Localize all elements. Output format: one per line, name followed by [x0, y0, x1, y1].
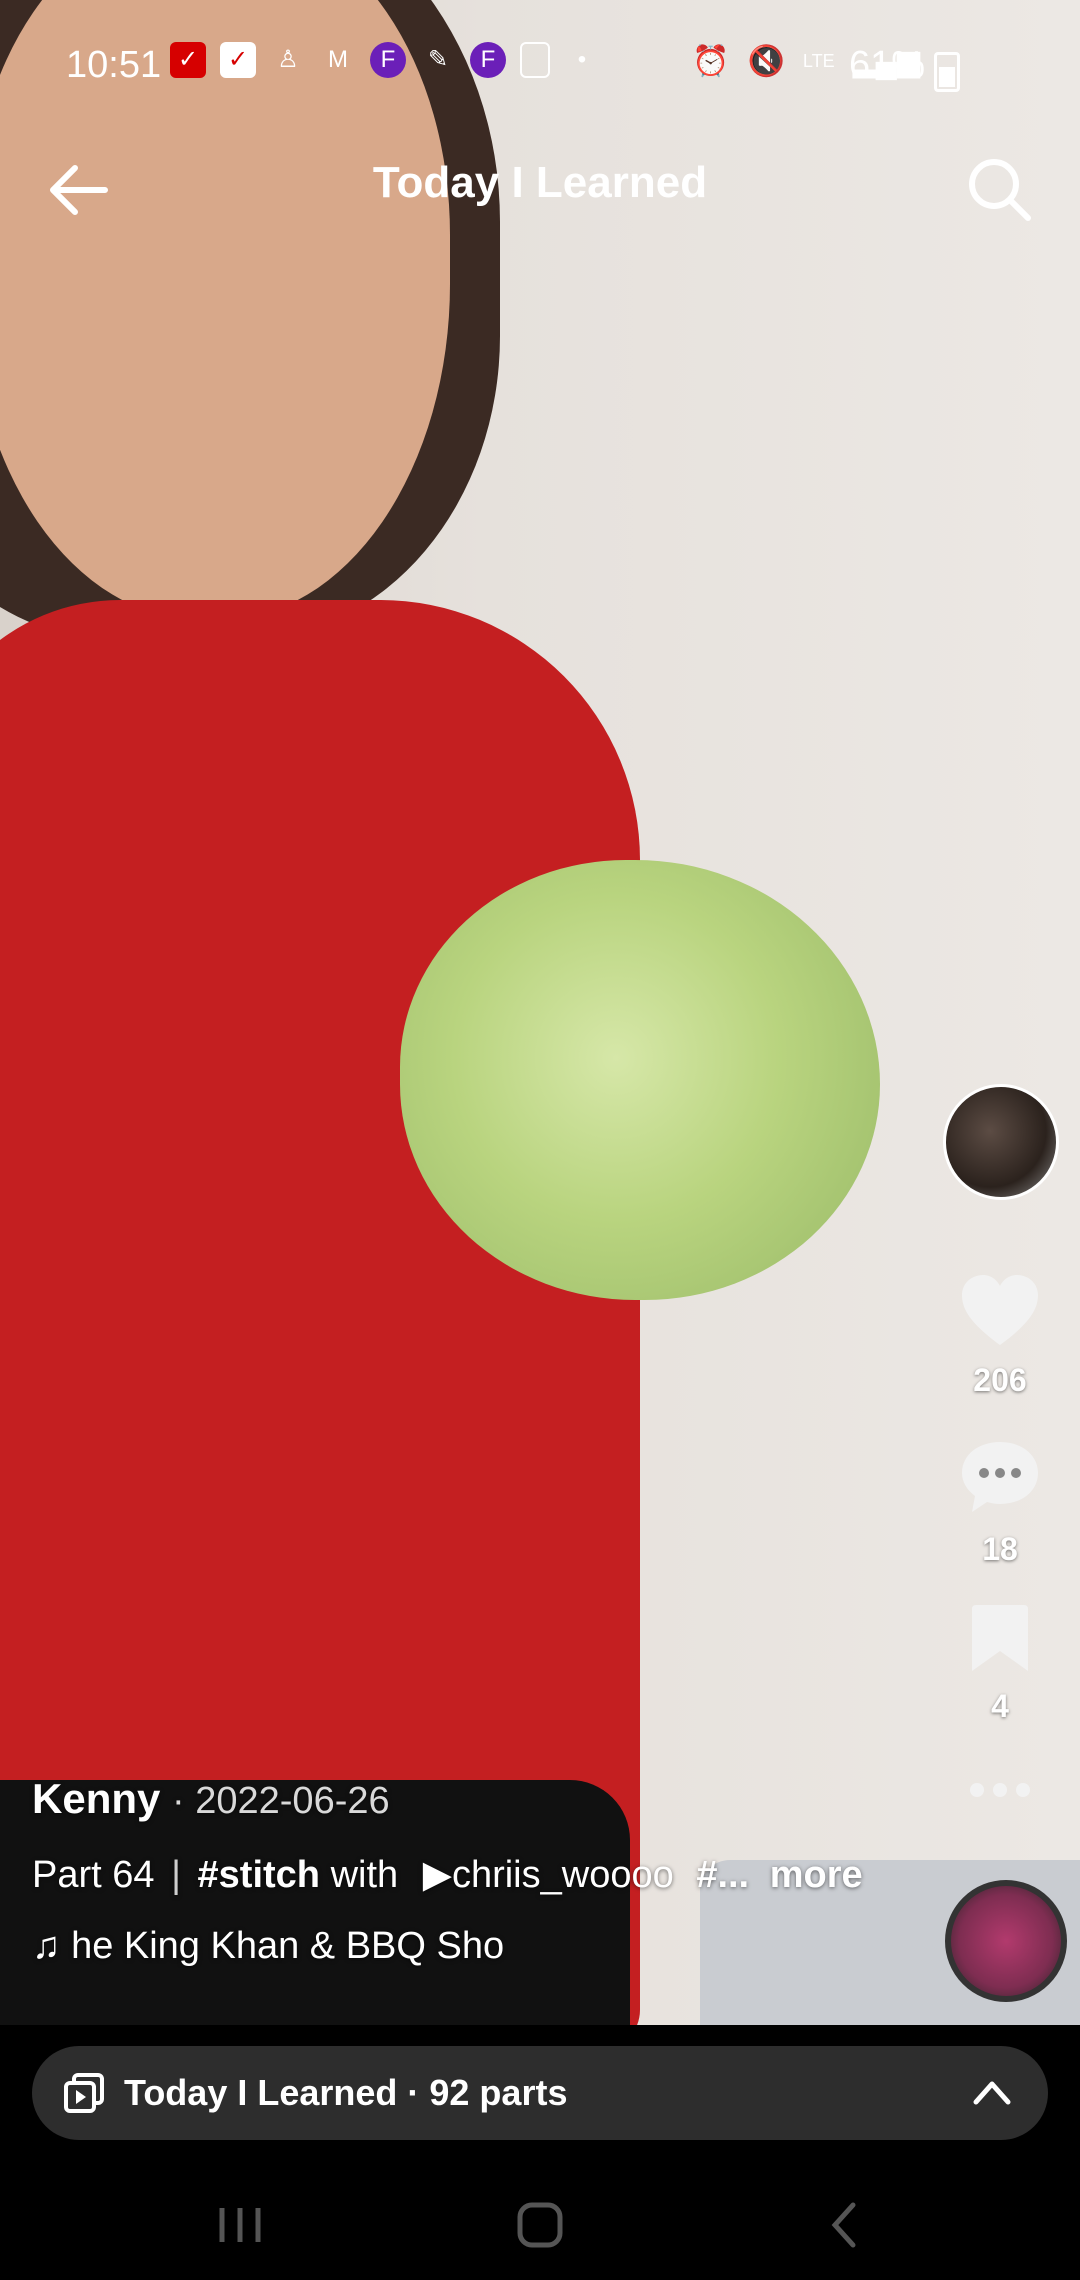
heart-icon[interactable] [960, 1275, 1040, 1347]
document-icon [520, 42, 550, 78]
chevron-up-icon[interactable] [970, 2072, 1014, 2112]
hashtag-stitch[interactable]: #stitch [198, 1854, 320, 1896]
page-title: Today I Learned [372, 158, 708, 207]
alarm-icon: ⏰ [692, 45, 730, 78]
battery-icon [934, 52, 960, 92]
music-title: he King Khan & BBQ Sho [71, 1925, 505, 1967]
author-name[interactable]: Kenny [32, 1775, 160, 1822]
dot-icon: • [577, 46, 587, 73]
comment-count: 18 [982, 1531, 1018, 1567]
status-time: 10:51 [66, 44, 162, 86]
part-label: Part 64 [32, 1854, 155, 1896]
music-disc[interactable] [945, 1880, 1067, 2002]
back-nav-icon[interactable] [805, 2190, 885, 2260]
playlist-label: Today I Learned · 92 parts [124, 2072, 568, 2113]
checkmark-app-icon: ✓ [170, 42, 206, 78]
comment-icon[interactable] [960, 1440, 1040, 1516]
person-icon: ♙ [277, 46, 299, 73]
top-bar: Today I Learned [0, 140, 1080, 240]
mute-icon: 🔇 [747, 45, 785, 78]
more-link[interactable]: more [770, 1854, 863, 1896]
app-f-icon-2: F [470, 42, 506, 78]
with-text: with [330, 1854, 399, 1896]
like-count: 206 [973, 1362, 1027, 1398]
like-button[interactable]: 206 [940, 1275, 1060, 1399]
notification-icons: ✓ ✓ ♙ M F ✎ F • [170, 42, 600, 78]
music-note-icon: ♫ [32, 1925, 61, 1967]
video-cabbage [400, 860, 880, 1300]
bookmark-icon[interactable] [970, 1605, 1030, 1673]
author-line: Kenny · 2022-06-26 [32, 1775, 892, 1823]
video-frame[interactable] [0, 0, 1080, 2025]
app-f-icon: F [370, 42, 406, 78]
play-icon: ▶ [422, 1854, 452, 1896]
system-nav-bar [0, 2170, 1080, 2280]
battery-percent: 61% [848, 44, 925, 86]
more-dots-icon[interactable] [965, 1775, 1035, 1805]
save-button[interactable]: 4 [940, 1605, 1060, 1725]
more-button[interactable] [940, 1775, 1060, 1810]
playlist-icon [64, 2073, 104, 2113]
calendar-app-icon: ✓ [220, 42, 256, 78]
save-count: 4 [991, 1688, 1009, 1724]
comment-button[interactable]: 18 [940, 1440, 1060, 1568]
recent-apps-icon[interactable] [200, 2190, 280, 2260]
hashtag-truncated[interactable]: #... [696, 1854, 749, 1896]
search-icon[interactable] [960, 150, 1040, 230]
separator: | [171, 1854, 181, 1896]
music-line[interactable]: ♫ he King Khan & BBQ Sho [32, 1925, 512, 1968]
creator-avatar[interactable] [943, 1084, 1059, 1200]
description[interactable]: Part 64 | #stitch with ▶chriis_woooo #..… [32, 1852, 892, 1897]
status-bar: 10:51 ✓ ✓ ♙ M F ✎ F • ⏰ 🔇 LTE ▂▄▆ 61% [0, 30, 1080, 105]
gmail-icon: M [328, 46, 348, 73]
playlist-bar[interactable]: Today I Learned · 92 parts [32, 2046, 1048, 2140]
post-date: · 2022-06-26 [172, 1780, 390, 1822]
home-icon[interactable] [500, 2190, 580, 2260]
feather-icon: ✎ [427, 46, 449, 73]
lte-icon: LTE [802, 51, 835, 71]
stitched-user[interactable]: chriis_woooo [452, 1854, 674, 1896]
